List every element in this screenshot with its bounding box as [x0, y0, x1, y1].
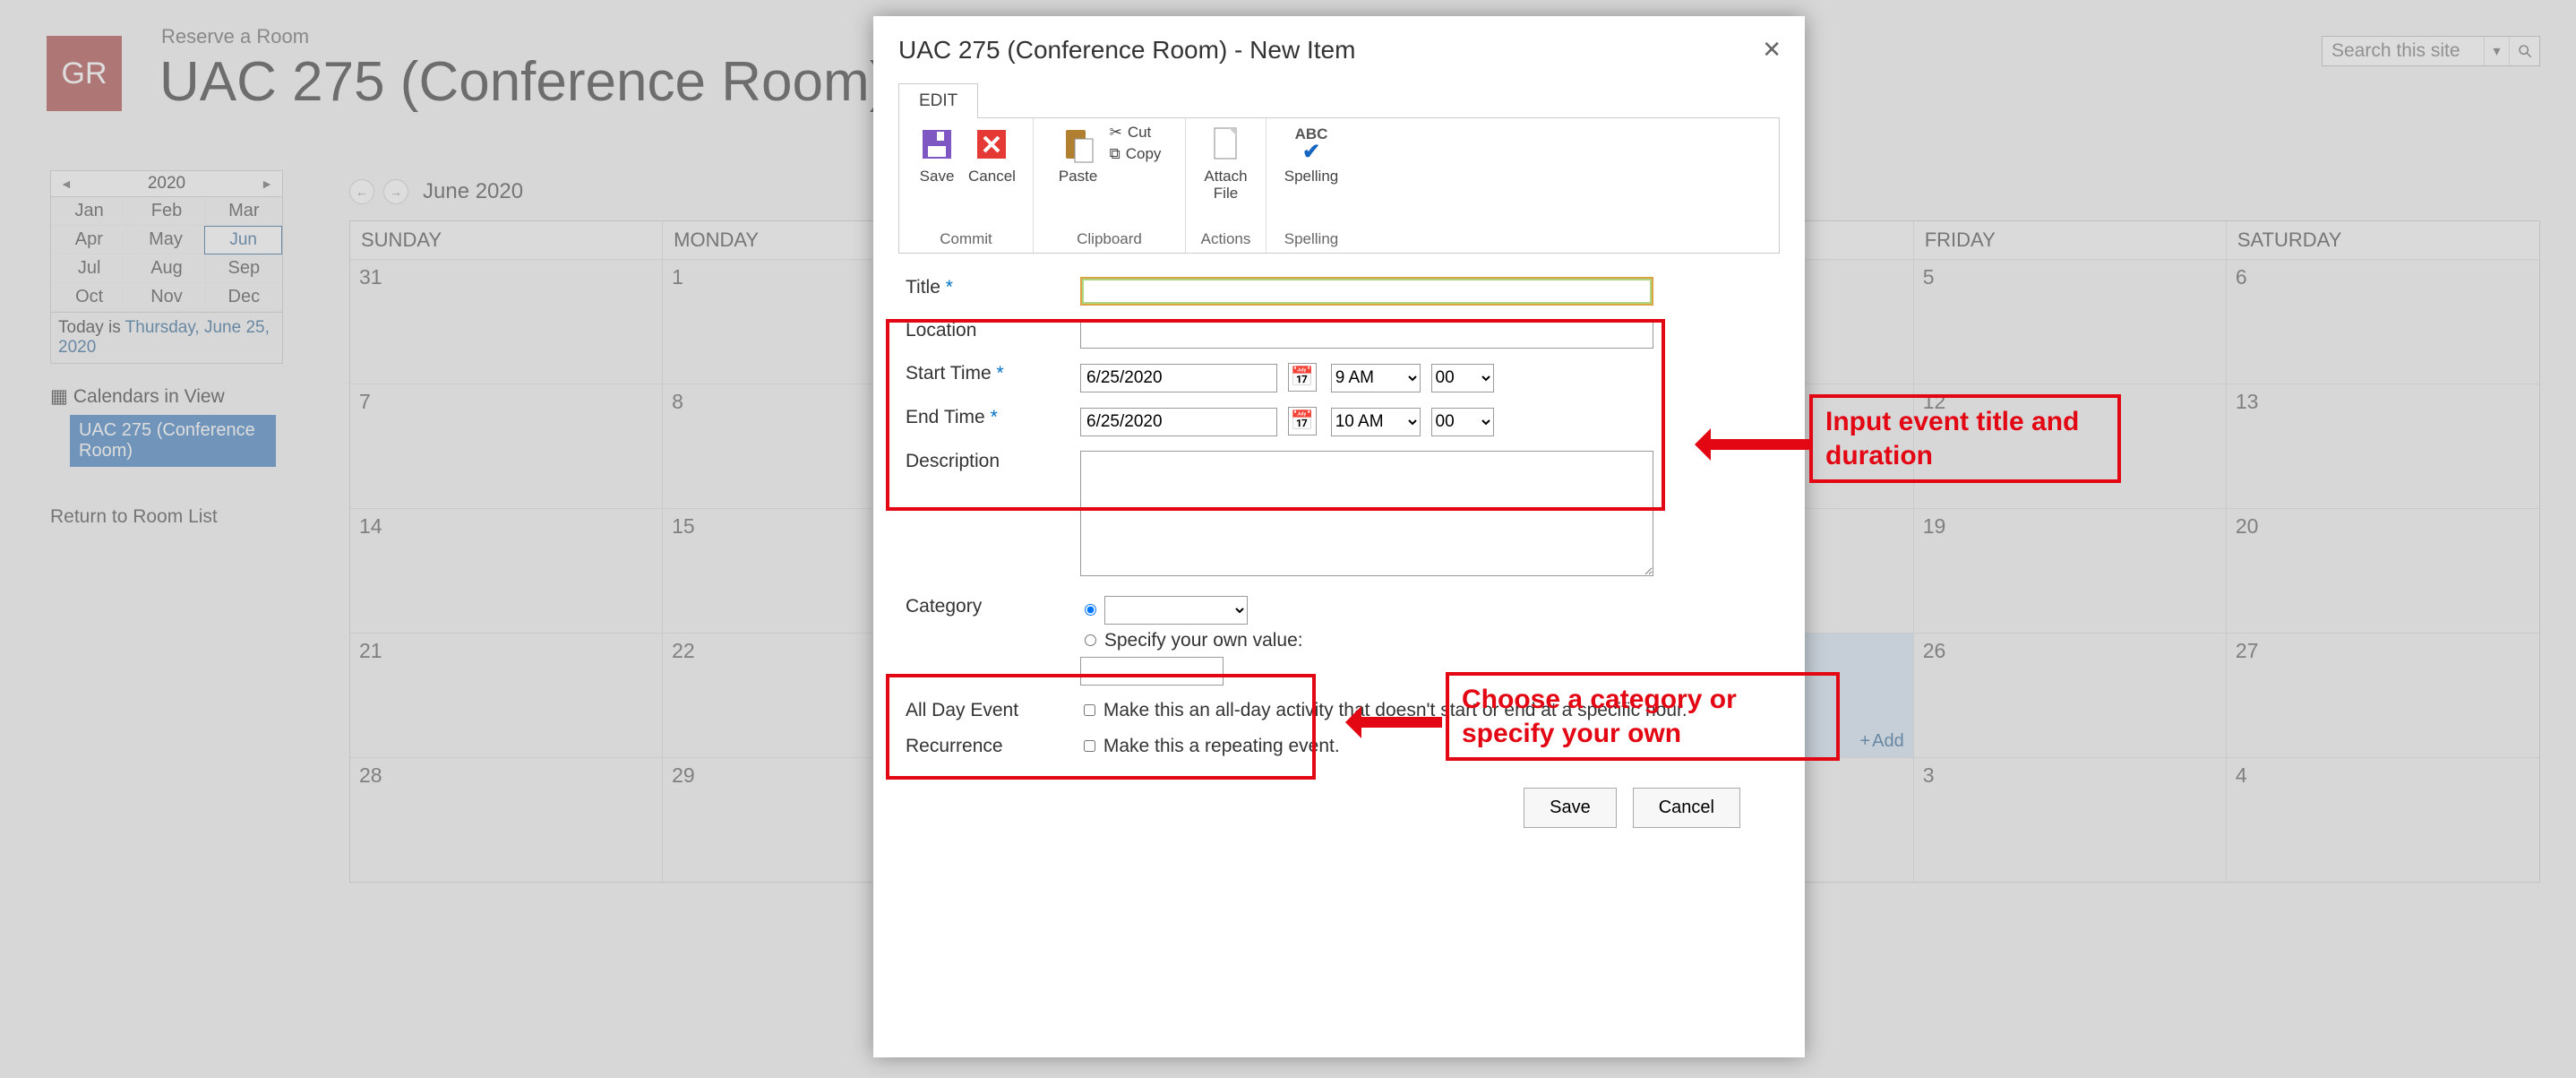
- ribbon-paste-label: Paste: [1059, 168, 1097, 185]
- close-icon[interactable]: ✕: [1762, 36, 1782, 64]
- ribbon-group-spelling: Spelling: [1284, 228, 1339, 251]
- new-item-dialog: UAC 275 (Conference Room) - New Item ✕ E…: [873, 16, 1805, 1057]
- location-input[interactable]: [1080, 320, 1653, 349]
- field-label-start: Start Time: [906, 363, 992, 384]
- end-date-input[interactable]: [1080, 408, 1277, 436]
- ribbon-cancel-label: Cancel: [968, 168, 1016, 185]
- start-date-input[interactable]: [1080, 364, 1277, 392]
- attach-icon: [1206, 124, 1247, 165]
- ribbon-tab-edit[interactable]: EDIT: [898, 83, 978, 118]
- save-icon: [916, 124, 957, 165]
- ribbon-paste-button[interactable]: Paste: [1058, 124, 1099, 185]
- end-hour-select[interactable]: 10 AM: [1331, 408, 1421, 436]
- start-hour-select[interactable]: 9 AM: [1331, 364, 1421, 392]
- ribbon-cancel-button[interactable]: Cancel: [968, 124, 1016, 185]
- spelling-icon: ABC✔: [1291, 124, 1332, 165]
- category-select[interactable]: [1104, 596, 1248, 625]
- start-min-select[interactable]: 00: [1431, 364, 1494, 392]
- ribbon-spelling-button[interactable]: ABC✔ Spelling: [1284, 124, 1339, 185]
- field-label-description: Description: [898, 444, 1073, 589]
- ribbon-attach-button[interactable]: Attach File: [1195, 124, 1257, 202]
- field-label-title: Title: [906, 277, 940, 298]
- form-cancel-button[interactable]: Cancel: [1633, 788, 1740, 828]
- cut-icon: ✂: [1110, 124, 1122, 142]
- ribbon-group-clipboard: Clipboard: [1077, 228, 1142, 251]
- ribbon-copy-button[interactable]: ⧉ Copy: [1110, 145, 1162, 163]
- category-own-input[interactable]: [1080, 657, 1224, 686]
- end-date-picker-icon[interactable]: 📅: [1288, 407, 1317, 436]
- recurrence-text: Make this a repeating event.: [1103, 736, 1340, 756]
- ribbon-group-actions: Actions: [1201, 228, 1251, 251]
- annotation-arrow-1: [1702, 439, 1809, 450]
- ribbon-save-label: Save: [920, 168, 955, 185]
- field-label-category: Category: [898, 589, 1073, 693]
- description-input[interactable]: [1080, 451, 1653, 576]
- dialog-title: UAC 275 (Conference Room) - New Item: [898, 36, 1780, 65]
- category-choice-radio[interactable]: [1085, 604, 1096, 616]
- title-input[interactable]: [1080, 277, 1653, 306]
- ribbon-spelling-label: Spelling: [1284, 168, 1339, 185]
- annotation-arrow-2: [1352, 717, 1442, 728]
- field-label-end: End Time: [906, 407, 985, 427]
- ribbon-cut-label: Cut: [1128, 124, 1151, 142]
- field-label-allday: All Day Event: [898, 693, 1073, 729]
- cancel-icon: [971, 124, 1012, 165]
- copy-icon: ⧉: [1110, 145, 1121, 163]
- annotation-label-2: Choose a category or specify your own: [1446, 672, 1840, 761]
- allday-checkbox[interactable]: [1084, 704, 1095, 716]
- specify-own-label: Specify your own value:: [1104, 630, 1303, 651]
- ribbon-copy-label: Copy: [1126, 145, 1162, 163]
- category-own-radio[interactable]: [1085, 634, 1096, 646]
- end-min-select[interactable]: 00: [1431, 408, 1494, 436]
- start-date-picker-icon[interactable]: 📅: [1288, 363, 1317, 392]
- paste-icon: [1058, 124, 1099, 165]
- ribbon-group-commit: Commit: [940, 228, 992, 251]
- annotation-label-1: Input event title and duration: [1809, 394, 2121, 483]
- form-save-button[interactable]: Save: [1524, 788, 1617, 828]
- recurrence-checkbox[interactable]: [1084, 740, 1095, 752]
- ribbon-cut-button[interactable]: ✂ Cut: [1110, 124, 1162, 142]
- field-label-location: Location: [898, 313, 1073, 356]
- ribbon-save-button[interactable]: Save: [916, 124, 957, 185]
- ribbon-attach-label: Attach File: [1195, 168, 1257, 202]
- field-label-recurrence: Recurrence: [898, 729, 1073, 764]
